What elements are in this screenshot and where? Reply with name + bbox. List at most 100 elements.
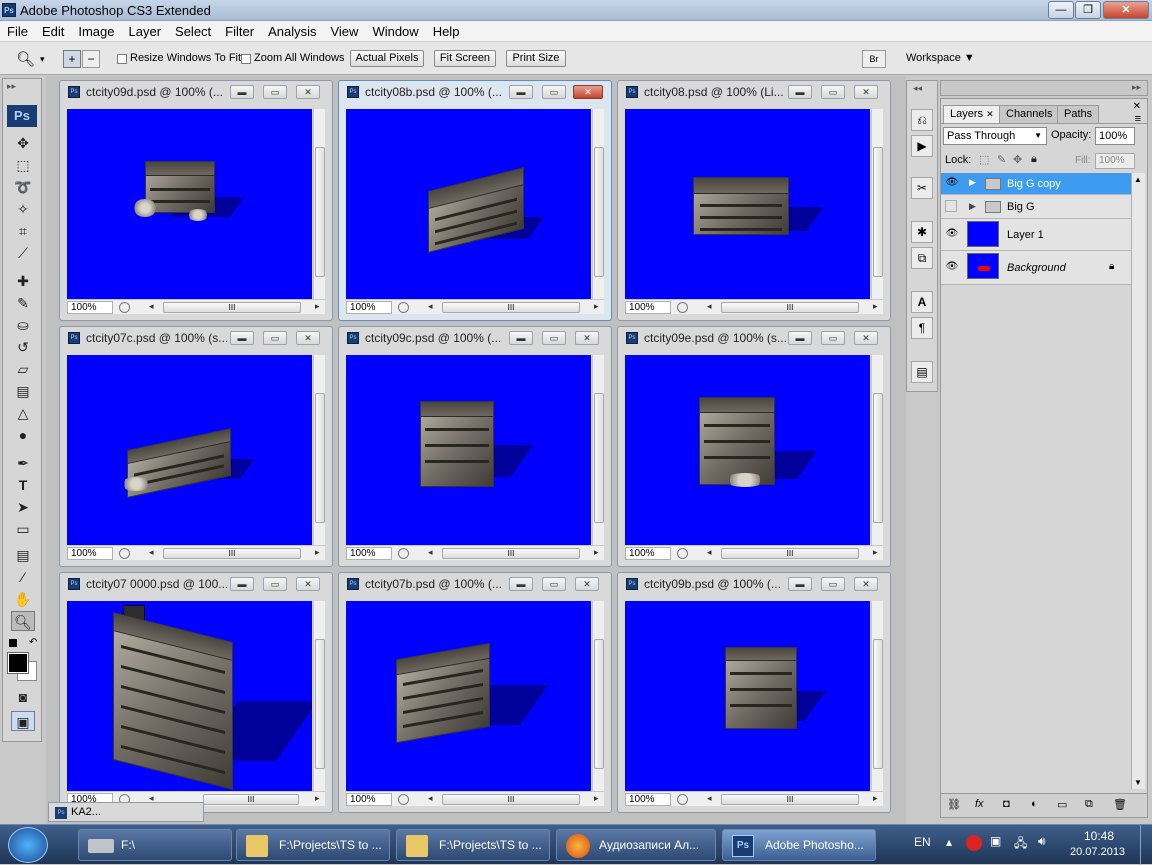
doc-close-button[interactable]: ✕ <box>854 577 878 591</box>
menu-filter[interactable]: Filter <box>218 21 261 42</box>
tool-presets-icon[interactable]: ✂ <box>911 177 933 199</box>
lock-position-icon[interactable]: ✥ <box>1013 153 1022 166</box>
visibility-eye-icon[interactable]: 👁 <box>945 177 959 189</box>
doc-close-button[interactable]: ✕ <box>296 331 320 345</box>
document-window[interactable]: Ps ctcity09d.psd @ 100% (... ▬ ▭ ✕ 100% … <box>59 80 333 321</box>
zoom-tool-icon[interactable]: 🔍︎ <box>11 611 35 631</box>
workspace-menu[interactable]: Workspace ▼ <box>906 52 975 64</box>
zoom-all-checkbox[interactable] <box>241 54 251 64</box>
healing-brush-icon[interactable]: ✚ <box>11 271 35 291</box>
doc-close-button[interactable]: ✕ <box>296 85 320 99</box>
doc-close-button[interactable]: ✕ <box>296 577 320 591</box>
scroll-right-icon[interactable]: ▸ <box>594 301 599 312</box>
character-panel-icon[interactable]: A <box>911 291 933 313</box>
document-title-bar[interactable]: Ps ctcity09d.psd @ 100% (... ▬ ▭ ✕ <box>60 81 332 103</box>
zoom-field[interactable]: 100% <box>625 547 671 560</box>
document-title-bar[interactable]: Ps ctcity09c.psd @ 100% (... ▬ ▭ ✕ <box>339 327 611 349</box>
maximize-button[interactable]: ❐ <box>1075 1 1101 19</box>
menu-select[interactable]: Select <box>168 21 218 42</box>
vertical-scrollbar[interactable] <box>313 601 325 791</box>
clone-source-icon[interactable]: ⧉ <box>911 247 933 269</box>
scroll-left-icon[interactable]: ◂ <box>707 301 712 312</box>
scroll-left-icon[interactable]: ◂ <box>428 793 433 804</box>
doc-minimize-button[interactable]: ▬ <box>788 577 812 591</box>
opacity-field[interactable]: 100% <box>1095 127 1135 145</box>
vertical-scrollbar[interactable] <box>592 355 604 545</box>
tab-layers[interactable]: Layers ✕ <box>943 105 1001 123</box>
fill-field[interactable]: 100% <box>1095 153 1135 169</box>
horizontal-scrollbar[interactable]: III <box>721 548 859 559</box>
marquee-tool-icon[interactable]: ⬚ <box>11 155 35 175</box>
layer-comps-icon[interactable]: ▤ <box>911 361 933 383</box>
document-canvas[interactable] <box>625 601 870 791</box>
vertical-scrollbar[interactable] <box>871 601 883 791</box>
doc-info-icon[interactable] <box>119 548 130 559</box>
network-icon[interactable]: 🖧 <box>1014 834 1027 855</box>
link-layers-icon[interactable]: ⛓ <box>947 798 961 811</box>
zoom-out-icon[interactable]: − <box>82 50 100 68</box>
layer-row[interactable]: 👁 Background 🔒︎ <box>941 251 1131 285</box>
show-desktop-button[interactable] <box>1140 825 1152 865</box>
document-window[interactable]: Ps ctcity08.psd @ 100% (Li... ▬ ▭ ✕ 100%… <box>617 80 891 321</box>
doc-close-button[interactable]: ✕ <box>575 577 599 591</box>
layer-style-icon[interactable]: fx <box>975 798 984 810</box>
document-window[interactable]: Ps ctcity08b.psd @ 100% (... ▬ ▭ ✕ 100% … <box>338 80 612 321</box>
brushes-panel-icon[interactable]: ✱ <box>911 221 933 243</box>
screen-mode-icon[interactable]: ▣ <box>11 711 35 731</box>
actual-pixels-button[interactable]: Actual Pixels <box>350 50 424 67</box>
layers-scrollbar[interactable]: ▲ ▼ <box>1131 173 1145 789</box>
crop-tool-icon[interactable]: ⌗ <box>11 221 35 241</box>
language-indicator[interactable]: EN <box>914 835 931 849</box>
tab-channels[interactable]: Channels <box>999 105 1060 123</box>
actions-panel-icon[interactable]: ▶ <box>911 135 933 157</box>
new-group-icon[interactable]: ▭ <box>1057 798 1067 811</box>
doc-minimize-button[interactable]: ▬ <box>788 331 812 345</box>
fit-screen-button[interactable]: Fit Screen <box>434 50 496 67</box>
brush-tool-icon[interactable]: ✎ <box>11 293 35 313</box>
scroll-right-icon[interactable]: ▸ <box>315 547 320 558</box>
layer-row[interactable]: ▶ Big G <box>941 195 1131 219</box>
doc-minimize-button[interactable]: ▬ <box>230 577 254 591</box>
history-brush-icon[interactable]: ↺ <box>11 337 35 357</box>
doc-info-icon[interactable] <box>119 302 130 313</box>
layer-row[interactable]: 👁 Layer 1 <box>941 219 1131 251</box>
slice-tool-icon[interactable]: ⟋ <box>11 243 35 263</box>
document-window[interactable]: Ps ctcity07 0000.psd @ 100... ▬ ▭ ✕ 100%… <box>59 572 333 813</box>
doc-minimize-button[interactable]: ▬ <box>509 85 533 99</box>
scroll-left-icon[interactable]: ◂ <box>707 793 712 804</box>
menu-edit[interactable]: Edit <box>35 21 71 42</box>
document-canvas[interactable] <box>346 109 591 299</box>
document-window[interactable]: Ps ctcity07c.psd @ 100% (s... ▬ ▭ ✕ 100%… <box>59 326 333 567</box>
scroll-right-icon[interactable]: ▸ <box>315 793 320 804</box>
antivirus-icon[interactable] <box>966 835 982 851</box>
vertical-scrollbar[interactable] <box>592 109 604 299</box>
move-tool-icon[interactable]: ✥ <box>11 133 35 153</box>
scroll-right-icon[interactable]: ▸ <box>873 301 878 312</box>
expand-arrow-icon[interactable]: ▶ <box>969 177 976 188</box>
lasso-tool-icon[interactable]: ➰ <box>11 177 35 197</box>
dodge-tool-icon[interactable]: ● <box>11 425 35 445</box>
quick-mask-icon[interactable]: ◙ <box>11 687 35 707</box>
scroll-right-icon[interactable]: ▸ <box>594 793 599 804</box>
doc-maximize-button[interactable]: ▭ <box>542 577 566 591</box>
delete-layer-icon[interactable]: 🗑︎ <box>1113 798 1127 811</box>
menu-analysis[interactable]: Analysis <box>261 21 323 42</box>
document-title-bar[interactable]: Ps ctcity07b.psd @ 100% (... ▬ ▭ ✕ <box>339 573 611 595</box>
bridge-icon[interactable]: Br <box>862 50 886 68</box>
doc-maximize-button[interactable]: ▭ <box>821 85 845 99</box>
document-title-bar[interactable]: Ps ctcity09b.psd @ 100% (... ▬ ▭ ✕ <box>618 573 890 595</box>
type-tool-icon[interactable]: T <box>11 475 35 495</box>
document-window[interactable]: Ps ctcity09b.psd @ 100% (... ▬ ▭ ✕ 100% … <box>617 572 891 813</box>
gradient-tool-icon[interactable]: ▤ <box>11 381 35 401</box>
zoom-tool-icon[interactable]: 🔍︎ <box>16 50 35 68</box>
zoom-field[interactable]: 100% <box>346 793 392 806</box>
new-layer-icon[interactable]: ⧉ <box>1085 798 1093 811</box>
swap-colors-icon[interactable]: ↶ <box>29 637 37 648</box>
horizontal-scrollbar[interactable]: III <box>721 302 859 313</box>
scroll-left-icon[interactable]: ◂ <box>428 547 433 558</box>
menu-window[interactable]: Window <box>365 21 425 42</box>
doc-info-icon[interactable] <box>677 794 688 805</box>
paragraph-panel-icon[interactable]: ¶ <box>911 317 933 339</box>
scroll-down-icon[interactable]: ▼ <box>1134 778 1142 787</box>
doc-maximize-button[interactable]: ▭ <box>263 331 287 345</box>
